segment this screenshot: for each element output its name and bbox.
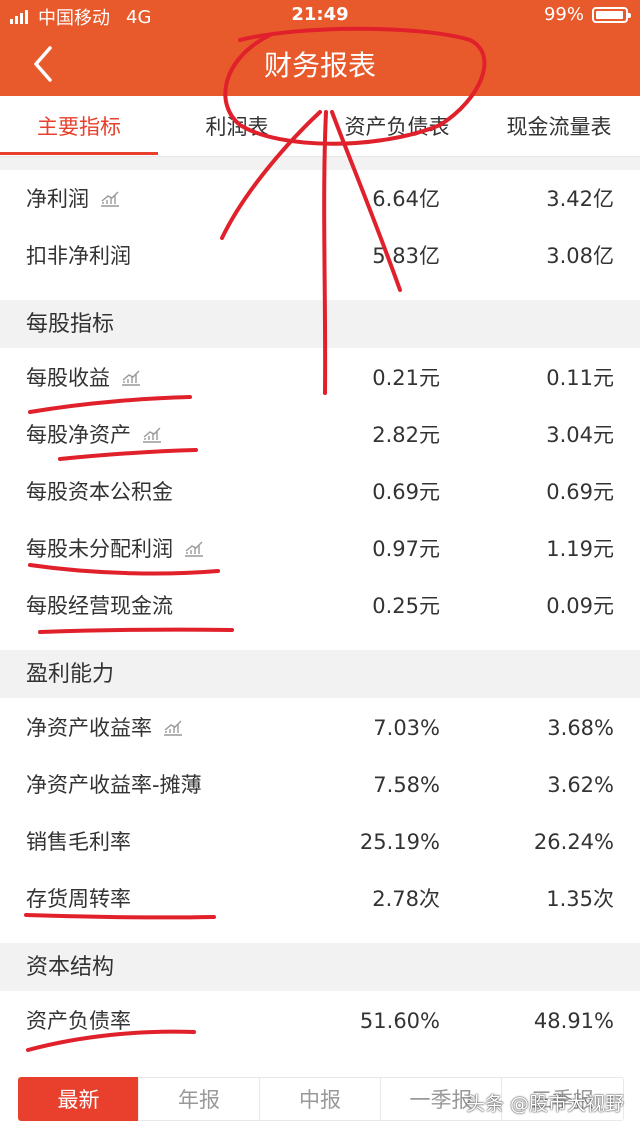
trend-chart-icon[interactable] [141, 426, 163, 444]
value-previous: 3.42亿 [546, 187, 614, 211]
value-previous: 3.62% [547, 773, 614, 797]
table-row[interactable]: 每股资本公积金 0.69元 0.69元 [0, 464, 640, 520]
active-tab-indicator [0, 152, 158, 155]
value-previous: 0.11元 [546, 366, 614, 390]
section-header: 盈利能力 [0, 650, 640, 698]
table-row[interactable]: 存货周转率 2.78次 1.35次 [0, 871, 640, 927]
value-previous: 0.69元 [546, 480, 614, 504]
row-label: 净资产收益率 [26, 716, 152, 740]
value-current: 25.19% [359, 830, 440, 854]
value-previous: 26.24% [533, 830, 614, 854]
value-current: 6.64亿 [372, 187, 440, 211]
value-current: 7.58% [373, 773, 440, 797]
status-bar: 中国移动 4G 21:49 99% [0, 0, 640, 32]
value-previous: 0.09元 [546, 594, 614, 618]
value-current: 0.25元 [372, 594, 440, 618]
value-previous: 48.91% [533, 1009, 614, 1033]
trend-chart-icon[interactable] [120, 369, 142, 387]
value-current: 7.03% [373, 716, 440, 740]
value-current: 0.69元 [372, 480, 440, 504]
value-current: 0.21元 [372, 366, 440, 390]
row-label: 资产负债率 [26, 1009, 131, 1033]
table-row[interactable]: 销售毛利率 25.19% 26.24% [0, 814, 640, 870]
row-label: 每股未分配利润 [26, 537, 173, 561]
value-current: 2.78次 [372, 887, 440, 911]
section-header: 每股指标 [0, 300, 640, 348]
tab-main-indicators[interactable]: 主要指标 [0, 96, 158, 156]
row-label: 净资产收益率-摊薄 [26, 773, 202, 797]
row-label: 扣非净利润 [26, 244, 131, 268]
value-previous: 1.35次 [546, 887, 614, 911]
table-row[interactable]: 净利润 6.64亿 3.42亿 [0, 171, 640, 227]
row-label: 每股净资产 [26, 423, 131, 447]
period-tab-annual[interactable]: 年报 [138, 1077, 260, 1121]
battery-percent: 99% [543, 4, 584, 25]
value-previous: 1.19元 [546, 537, 614, 561]
table-row[interactable]: 扣非净利润 5.83亿 3.08亿 [0, 228, 640, 284]
trend-chart-icon[interactable] [183, 540, 205, 558]
battery-icon [592, 6, 631, 23]
table-row[interactable]: 每股经营现金流 0.25元 0.09元 [0, 578, 640, 634]
trend-chart-icon[interactable] [99, 190, 121, 208]
value-current: 5.83亿 [372, 244, 440, 268]
tab-cash-flow[interactable]: 现金流量表 [478, 96, 640, 156]
app-header: 中国移动 4G 21:49 99% 财务报表 [0, 0, 640, 96]
value-current: 0.97元 [372, 537, 440, 561]
table-row[interactable]: 净资产收益率-摊薄 7.58% 3.62% [0, 757, 640, 813]
row-label: 每股资本公积金 [26, 480, 173, 504]
value-current: 2.82元 [372, 423, 440, 447]
period-tab-latest[interactable]: 最新 [18, 1077, 139, 1121]
value-previous: 3.08亿 [546, 244, 614, 268]
section-header: 资本结构 [0, 943, 640, 991]
table-row[interactable]: 每股未分配利润 0.97元 1.19元 [0, 521, 640, 577]
row-label: 存货周转率 [26, 887, 131, 911]
row-label: 每股经营现金流 [26, 594, 173, 618]
trend-chart-icon[interactable] [162, 719, 184, 737]
value-previous: 3.04元 [546, 423, 614, 447]
tab-income-statement[interactable]: 利润表 [158, 96, 316, 156]
row-label: 净利润 [26, 187, 89, 211]
watermark: 头条 @股市大视野 [465, 1093, 624, 1115]
value-current: 51.60% [359, 1009, 440, 1033]
row-label: 销售毛利率 [26, 830, 131, 854]
tab-balance-sheet[interactable]: 资产负债表 [316, 96, 478, 156]
report-tabs: 主要指标 利润表 资产负债表 现金流量表 [0, 96, 640, 157]
table-row[interactable]: 净资产收益率 7.03% 3.68% [0, 700, 640, 756]
table-row[interactable]: 每股收益 0.21元 0.11元 [0, 350, 640, 406]
period-tab-interim[interactable]: 中报 [259, 1077, 381, 1121]
value-previous: 3.68% [547, 716, 614, 740]
table-row[interactable]: 资产负债率 51.60% 48.91% [0, 993, 640, 1049]
row-label: 每股收益 [26, 366, 110, 390]
table-row[interactable]: 每股净资产 2.82元 3.04元 [0, 407, 640, 463]
page-title: 财务报表 [263, 49, 376, 82]
